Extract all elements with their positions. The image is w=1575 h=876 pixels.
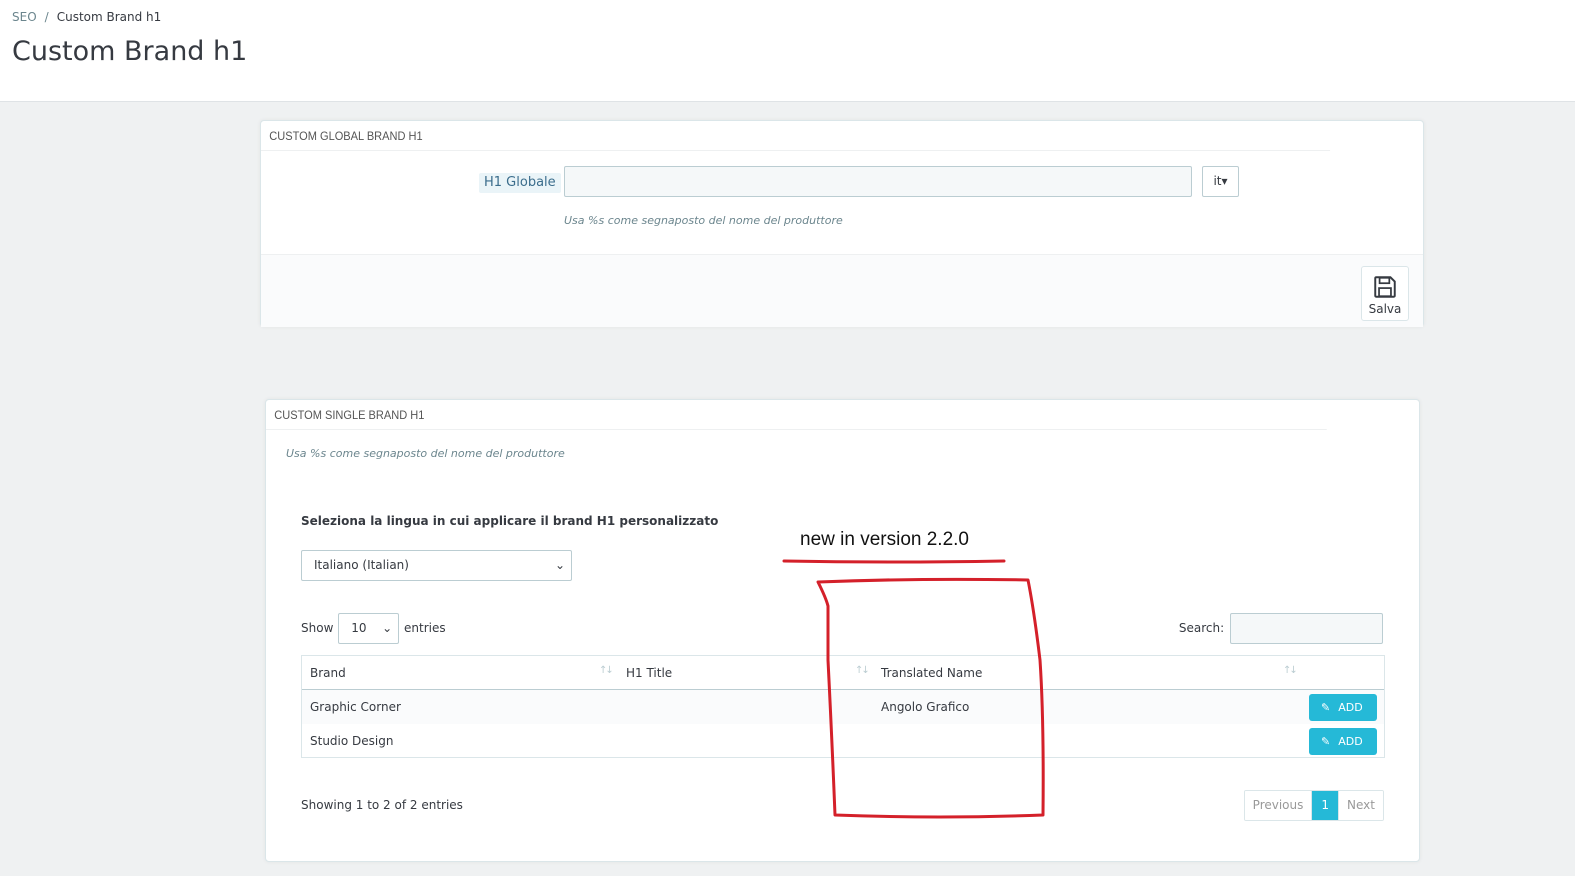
add-button[interactable]: ✎ ADD — [1309, 728, 1377, 755]
breadcrumb-separator: / — [44, 10, 49, 24]
breadcrumb: SEO / Custom Brand h1 — [12, 10, 161, 24]
edit-icon: ✎ — [1321, 735, 1331, 748]
caret-down-icon: ▾ — [1221, 174, 1228, 188]
chevron-down-icon: ⌄ — [554, 558, 565, 572]
page-header: SEO / Custom Brand h1 Custom Brand h1 — [0, 0, 1575, 102]
add-label: ADD — [1338, 735, 1363, 748]
table-header-row: Brand ↑↓ H1 Title ↑↓ Translated Name ↑↓ — [302, 656, 1384, 690]
breadcrumb-seo[interactable]: SEO — [12, 10, 37, 24]
sort-icon[interactable]: ↑↓ — [599, 665, 614, 676]
global-brand-panel: CUSTOM GLOBAL BRAND H1 H1 Globale it▾ Us… — [260, 120, 1424, 327]
entries-label: entries — [404, 621, 446, 635]
sort-icon[interactable]: ↑↓ — [855, 665, 870, 676]
panel-heading-global: CUSTOM GLOBAL BRAND H1 — [261, 121, 1331, 151]
pagination-next[interactable]: Next — [1338, 791, 1383, 820]
cell-brand: Studio Design — [310, 734, 394, 748]
cell-translated-name: Angolo Grafico — [881, 700, 970, 714]
brand-table: Brand ↑↓ H1 Title ↑↓ Translated Name ↑↓ … — [301, 655, 1385, 758]
entries-select-value: 10 — [351, 621, 367, 635]
language-code: it — [1213, 174, 1222, 188]
annotation-text: new in version 2.2.0 — [800, 529, 969, 550]
panel-footer: Salva — [261, 254, 1423, 327]
table-info: Showing 1 to 2 of 2 entries — [301, 798, 463, 812]
cell-brand: Graphic Corner — [310, 700, 401, 714]
language-select-label: Seleziona la lingua in cui applicare il … — [301, 514, 719, 528]
entries-length-control: Show 10 ⌄ entries — [301, 613, 446, 644]
global-hint-text: Usa %s come segnaposto del nome del prod… — [564, 214, 843, 227]
entries-select[interactable]: 10 ⌄ — [338, 613, 400, 644]
single-brand-panel: CUSTOM SINGLE BRAND H1 Usa %s come segna… — [265, 399, 1420, 862]
language-select[interactable]: Italiano (Italian) ⌄ — [301, 550, 572, 581]
add-button[interactable]: ✎ ADD — [1309, 694, 1377, 721]
table-search: Search: — [1179, 613, 1383, 644]
edit-icon: ✎ — [1321, 701, 1331, 714]
pagination-page-1[interactable]: 1 — [1311, 791, 1339, 820]
column-header-h1-title[interactable]: H1 Title — [626, 656, 672, 690]
search-label: Search: — [1178, 621, 1225, 635]
column-header-translated-name[interactable]: Translated Name — [881, 656, 982, 690]
single-hint-text: Usa %s come segnaposto del nome del prod… — [286, 447, 565, 460]
h1-globale-label: H1 Globale — [479, 173, 561, 193]
language-dropdown-button[interactable]: it▾ — [1202, 166, 1239, 197]
column-header-brand[interactable]: Brand — [310, 656, 346, 690]
breadcrumb-current: Custom Brand h1 — [56, 10, 162, 24]
language-select-value: Italiano (Italian) — [314, 558, 409, 572]
pagination-previous[interactable]: Previous — [1244, 791, 1312, 820]
save-label: Salva — [1368, 302, 1402, 316]
page-title: Custom Brand h1 — [12, 36, 248, 67]
panel-heading-single: CUSTOM SINGLE BRAND H1 — [266, 400, 1327, 430]
search-input[interactable] — [1230, 613, 1383, 644]
show-label: Show — [301, 621, 334, 635]
floppy-disk-icon — [1374, 276, 1396, 298]
add-label: ADD — [1338, 701, 1363, 714]
sort-icon[interactable]: ↑↓ — [1283, 665, 1298, 676]
chevron-down-icon: ⌄ — [382, 621, 393, 635]
pagination: Previous 1 Next — [1243, 790, 1384, 821]
h1-globale-input[interactable] — [564, 166, 1192, 197]
table-row: Graphic Corner Angolo Grafico ✎ ADD — [302, 690, 1384, 724]
save-button[interactable]: Salva — [1361, 266, 1409, 321]
table-row: Studio Design ✎ ADD — [302, 724, 1384, 758]
